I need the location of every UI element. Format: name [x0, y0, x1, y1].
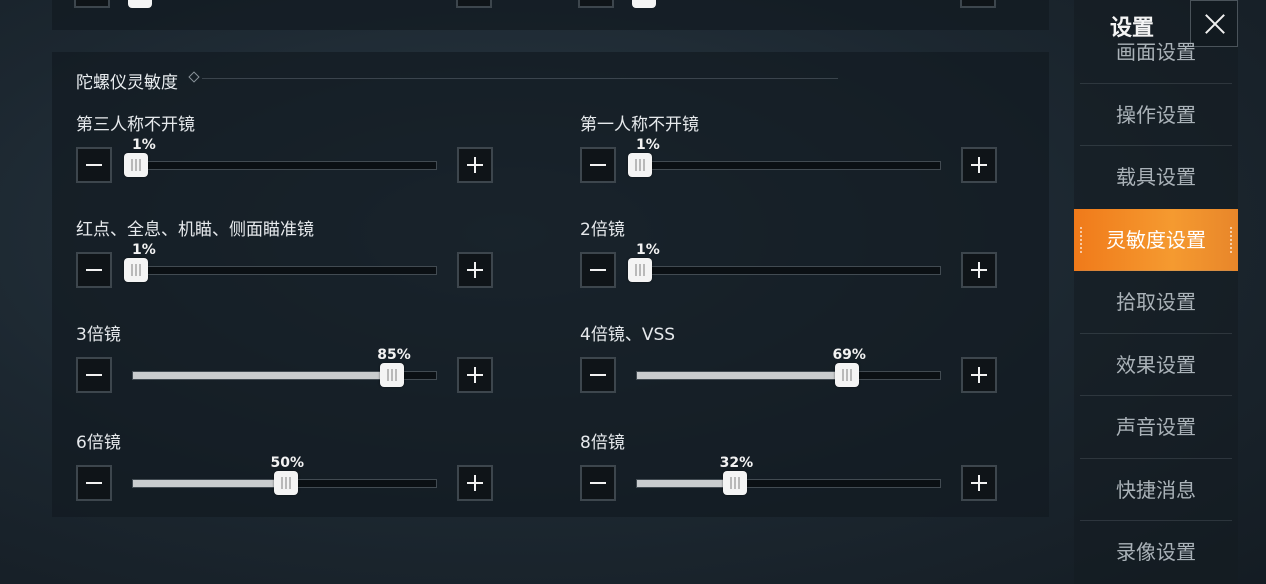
slider-thumb[interactable]: [722, 471, 747, 495]
slider-value: 1%: [636, 137, 660, 153]
plus-icon-vertical: [474, 475, 476, 491]
plus-icon-vertical: [978, 367, 980, 383]
decrease-button[interactable]: [76, 147, 112, 183]
slider-thumb[interactable]: [628, 153, 653, 177]
decrease-button[interactable]: [76, 465, 112, 501]
sidebar-item-quick-chat[interactable]: 快捷消息: [1080, 458, 1232, 521]
minus-button[interactable]: [578, 0, 614, 8]
slider-label: 红点、全息、机瞄、侧面瞄准镜: [76, 220, 314, 240]
minus-icon: [86, 164, 102, 166]
settings-title: 设置: [1110, 16, 1155, 41]
slider-label: 3倍镜: [76, 325, 121, 345]
slider-label: 第三人称不开镜: [76, 115, 195, 135]
slider-value: 69%: [832, 347, 866, 363]
plus-icon-vertical: [978, 262, 980, 278]
minus-icon: [590, 374, 606, 376]
slider-value: 1%: [132, 137, 156, 153]
slider-track[interactable]: [124, 153, 437, 177]
sidebar-item-vehicle[interactable]: 载具设置: [1080, 145, 1232, 208]
slider-label: 第一人称不开镜: [580, 115, 699, 135]
slider-track[interactable]: [628, 258, 941, 282]
slider-thumb[interactable]: [124, 153, 149, 177]
slider-value: 50%: [270, 455, 305, 471]
plus-button[interactable]: [456, 0, 492, 8]
slider-value: 1%: [132, 242, 156, 258]
minus-button[interactable]: [74, 0, 110, 8]
sidebar-item-replay[interactable]: 录像设置: [1080, 520, 1232, 583]
sidebar-item-controls[interactable]: 操作设置: [1080, 83, 1232, 146]
decrease-button[interactable]: [580, 357, 616, 393]
minus-icon: [590, 164, 606, 166]
slider-thumb[interactable]: [273, 471, 298, 495]
slider-fill: [133, 372, 393, 379]
plus-button[interactable]: [960, 0, 996, 8]
sidebar-item-display[interactable]: 画面设置: [1080, 40, 1232, 68]
sidebar-item-sensitivity[interactable]: 灵敏度设置: [1074, 209, 1238, 271]
slider-thumb[interactable]: [628, 258, 653, 282]
increase-button[interactable]: [961, 147, 997, 183]
slider-thumb[interactable]: [124, 258, 149, 282]
slider-label: 4倍镜、VSS: [580, 325, 676, 345]
slider-thumb[interactable]: [380, 363, 405, 387]
slider-thumb[interactable]: [835, 363, 860, 387]
sidebar-item-audio[interactable]: 声音设置: [1080, 395, 1232, 458]
slider-label: 8倍镜: [580, 433, 625, 453]
slider-value: 32%: [719, 455, 754, 471]
decrease-button[interactable]: [580, 147, 616, 183]
increase-button[interactable]: [457, 357, 493, 393]
slider-value: 85%: [377, 347, 411, 363]
slider-fill: [637, 480, 735, 487]
decrease-button[interactable]: [76, 357, 112, 393]
increase-button[interactable]: [961, 252, 997, 288]
slider-track[interactable]: [132, 363, 437, 387]
plus-icon-vertical: [474, 367, 476, 383]
section-title: 陀螺仪灵敏度: [76, 73, 178, 93]
slider-track[interactable]: [636, 363, 941, 387]
minus-icon: [86, 269, 102, 271]
increase-button[interactable]: [457, 465, 493, 501]
slider-track[interactable]: [124, 258, 437, 282]
slider-thumb[interactable]: [632, 0, 656, 8]
previous-settings-panel: [52, 0, 1049, 30]
gyroscope-sensitivity-panel: [52, 52, 1049, 517]
decrease-button[interactable]: [76, 252, 112, 288]
sidebar-item-effects[interactable]: 效果设置: [1080, 333, 1232, 396]
plus-icon-vertical: [978, 475, 980, 491]
slider-value: 1%: [636, 242, 660, 258]
plus-icon-vertical: [474, 157, 476, 173]
title-divider: [202, 78, 838, 79]
increase-button[interactable]: [961, 357, 997, 393]
slider-label: 6倍镜: [76, 433, 121, 453]
minus-icon: [86, 374, 102, 376]
slider-fill: [133, 480, 286, 487]
decrease-button[interactable]: [580, 252, 616, 288]
increase-button[interactable]: [961, 465, 997, 501]
slider-fill: [637, 372, 848, 379]
plus-icon-vertical: [474, 262, 476, 278]
decrease-button[interactable]: [580, 465, 616, 501]
slider-track[interactable]: [132, 471, 437, 495]
minus-icon: [590, 269, 606, 271]
plus-icon-vertical: [978, 157, 980, 173]
sidebar-item-pickup[interactable]: 拾取设置: [1080, 270, 1232, 333]
minus-icon: [86, 482, 102, 484]
slider-thumb[interactable]: [128, 0, 152, 8]
minus-icon: [590, 482, 606, 484]
slider-track[interactable]: [636, 471, 941, 495]
slider-label: 2倍镜: [580, 220, 625, 240]
increase-button[interactable]: [457, 252, 493, 288]
increase-button[interactable]: [457, 147, 493, 183]
slider-track[interactable]: [628, 153, 941, 177]
